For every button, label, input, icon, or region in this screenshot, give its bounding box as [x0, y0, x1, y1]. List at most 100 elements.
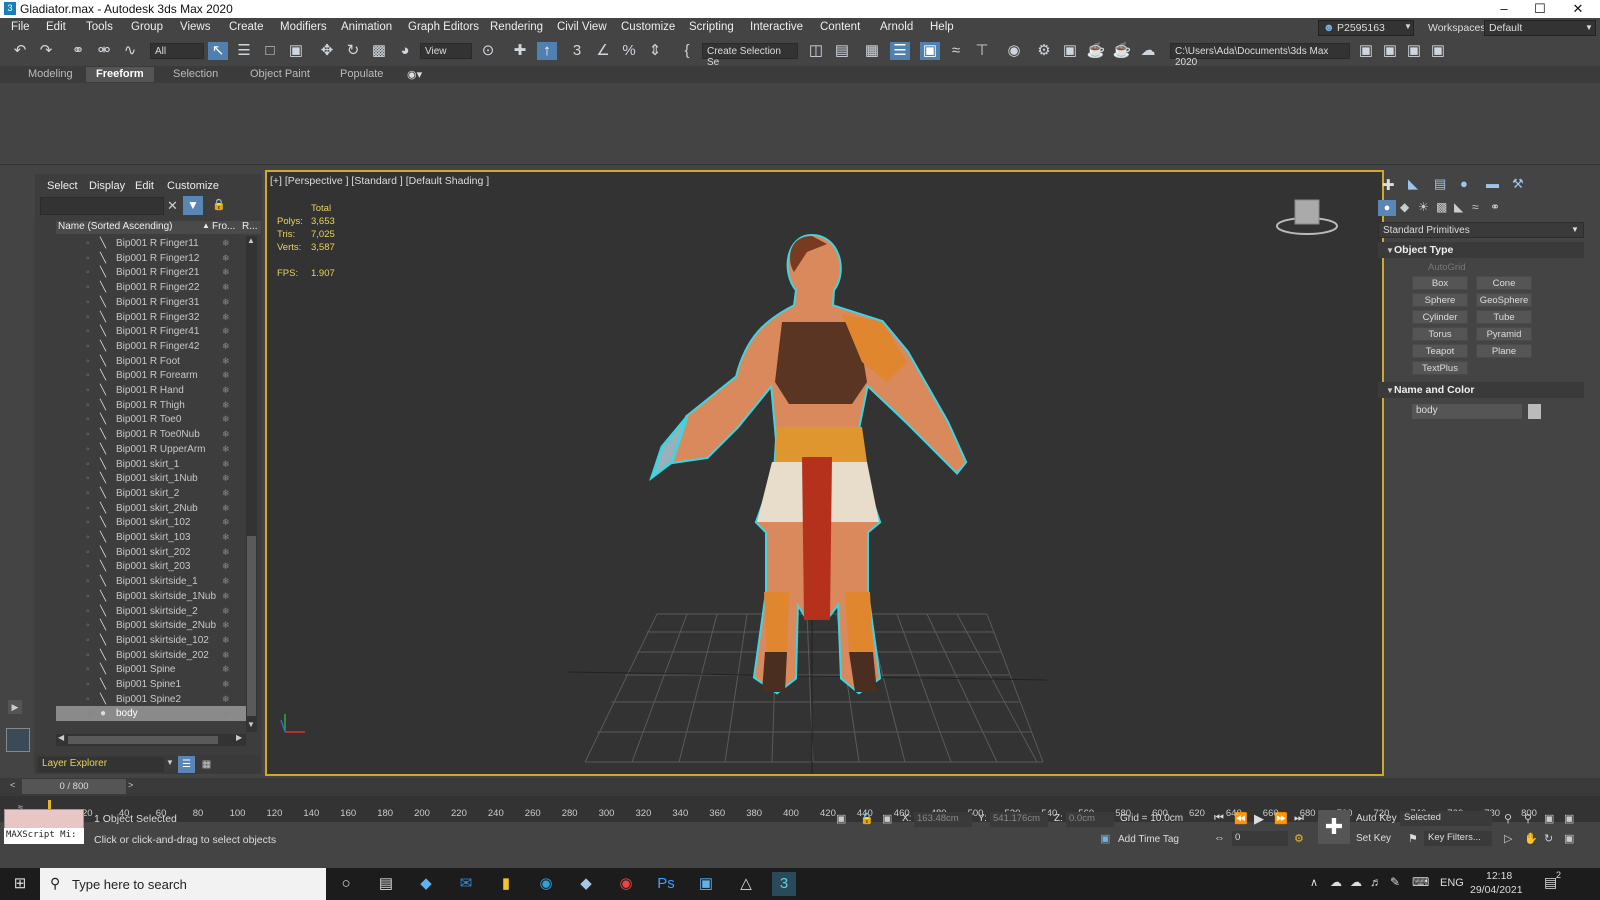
freeze-toggle-icon[interactable]: ❄ — [222, 324, 230, 339]
visibility-toggle-icon[interactable]: ◦ — [86, 471, 90, 486]
angle-snap-icon[interactable]: ∠ — [593, 42, 613, 60]
viewport-label[interactable]: [+] [Perspective ] [Standard ] [Default … — [270, 175, 489, 187]
menu-views[interactable]: Views — [180, 21, 210, 33]
x-coord-field[interactable]: 163.48cm — [914, 812, 972, 827]
keyboard-icon[interactable]: ⌨ — [1412, 875, 1429, 889]
menu-graph-editors[interactable]: Graph Editors — [408, 21, 479, 33]
selection-lock-icon[interactable]: 🔒 — [860, 812, 874, 825]
teapot-button[interactable]: Teapot — [1412, 344, 1468, 358]
visibility-toggle-icon[interactable]: ◦ — [86, 604, 90, 619]
list-item[interactable]: ◦ ╲ Bip001 R UpperArm ❄ — [56, 442, 246, 457]
torus-button[interactable]: Torus — [1412, 327, 1468, 341]
visibility-toggle-icon[interactable]: ◦ — [86, 662, 90, 677]
textplus-button[interactable]: TextPlus — [1412, 361, 1468, 375]
visibility-toggle-icon[interactable]: ◦ — [86, 251, 90, 266]
explorer-scrollbar[interactable]: ▲ ▼ — [246, 236, 257, 732]
minimize-button[interactable]: – — [1486, 0, 1522, 18]
motion-tab-icon[interactable]: ● — [1460, 176, 1468, 191]
language-indicator[interactable]: ENG — [1440, 877, 1464, 889]
visibility-toggle-icon[interactable]: ◦ — [86, 368, 90, 383]
freeze-toggle-icon[interactable]: ❄ — [222, 633, 230, 648]
list-item[interactable]: ◦ ╲ Bip001 R Foot ❄ — [56, 354, 246, 369]
visibility-toggle-icon[interactable]: ◦ — [86, 280, 90, 295]
auto-key-button[interactable]: Auto Key — [1356, 813, 1397, 824]
shapes-icon[interactable]: ◆ — [1400, 200, 1409, 214]
visibility-toggle-icon[interactable]: ◦ — [86, 310, 90, 325]
rendered-frame-icon[interactable]: ▣ — [1060, 42, 1080, 60]
explorer-tab-display[interactable]: Display — [89, 180, 125, 192]
menu-customize[interactable]: Customize — [621, 21, 675, 33]
3d-viewer-icon[interactable]: △ — [734, 872, 758, 896]
next-frame-icon[interactable]: > — [128, 780, 133, 790]
freeze-toggle-icon[interactable]: ❄ — [222, 412, 230, 427]
rollout-collapse-icon[interactable]: ▼ — [1386, 246, 1394, 255]
visibility-toggle-icon[interactable]: ◦ — [86, 618, 90, 633]
mirror-icon[interactable]: ◫ — [806, 42, 826, 60]
next-key-icon[interactable]: ⏩ — [1274, 812, 1288, 825]
pan-icon[interactable]: ✋ — [1524, 832, 1538, 845]
sphere-button[interactable]: Sphere — [1412, 293, 1468, 307]
box-button[interactable]: Box — [1412, 276, 1468, 290]
go-to-end-icon[interactable]: ⏭ — [1294, 812, 1304, 825]
list-item[interactable]: ◦ ╲ Bip001 R Finger41 ❄ — [56, 324, 246, 339]
material-editor-icon[interactable]: ◉ — [1004, 42, 1024, 60]
layer-explorer-toggle-icon[interactable]: ☰ — [890, 42, 910, 60]
key-mode-icon[interactable]: ⇔ — [1214, 832, 1225, 844]
menu-interactive[interactable]: Interactive — [750, 21, 803, 33]
cone-button[interactable]: Cone — [1476, 276, 1532, 290]
key-filter-icon[interactable]: ⚑ — [1408, 832, 1418, 845]
render-production-icon[interactable]: ☕ — [1086, 42, 1106, 60]
modify-tab-icon[interactable]: ◣ — [1408, 176, 1418, 192]
visibility-toggle-icon[interactable]: ◦ — [86, 324, 90, 339]
time-config-icon[interactable]: ⚙ — [1294, 832, 1304, 845]
freeze-toggle-icon[interactable]: ❄ — [222, 398, 230, 413]
named-selection-dropdown[interactable]: Create Selection Se — [702, 43, 798, 68]
filter-icon[interactable]: ▼ — [183, 196, 203, 215]
list-item[interactable]: ◦ ╲ Bip001 skirt_103 ❄ — [56, 530, 246, 545]
freeze-toggle-icon[interactable]: ❄ — [222, 236, 230, 251]
link-icon[interactable]: ⚭ — [68, 42, 88, 60]
freeze-toggle-icon[interactable]: ❄ — [222, 251, 230, 266]
visibility-toggle-icon[interactable]: ◦ — [86, 515, 90, 530]
chrome-icon[interactable]: ◉ — [614, 872, 638, 896]
rollout-collapse-icon[interactable]: ▼ — [1386, 386, 1394, 395]
object-type-rollout[interactable]: Object Type — [1378, 242, 1584, 258]
list-item[interactable]: ◦ ╲ Bip001 Spine2 ❄ — [56, 692, 246, 707]
user-account[interactable]: ☻ P2595163 ▼ — [1318, 20, 1414, 36]
cylinder-button[interactable]: Cylinder — [1412, 310, 1468, 324]
freeze-toggle-icon[interactable]: ❄ — [222, 310, 230, 325]
pen-icon[interactable]: ✎ — [1390, 875, 1400, 889]
visibility-toggle-icon[interactable]: ◦ — [86, 265, 90, 280]
scroll-thumb[interactable] — [247, 536, 256, 716]
column-renderable[interactable]: R... — [242, 221, 258, 232]
select-by-name-icon[interactable]: ☰ — [234, 42, 254, 60]
edge-icon[interactable]: ◉ — [534, 872, 558, 896]
project-icon-2[interactable]: ▣ — [1380, 42, 1400, 60]
maximize-button[interactable]: ☐ — [1522, 0, 1558, 18]
freeze-toggle-icon[interactable]: ❄ — [222, 530, 230, 545]
freeze-toggle-icon[interactable]: ❄ — [222, 427, 230, 442]
rotate-icon[interactable]: ↻ — [343, 42, 363, 60]
freeze-toggle-icon[interactable]: ❄ — [222, 618, 230, 633]
list-item[interactable]: ◦ ╲ Bip001 skirt_202 ❄ — [56, 545, 246, 560]
keyboard-shortcut-icon[interactable]: ↑ — [537, 42, 557, 60]
menu-civil-view[interactable]: Civil View — [557, 21, 607, 33]
y-coord-field[interactable]: 541.176cm — [990, 812, 1048, 827]
play-icon[interactable]: ▶ — [1254, 811, 1264, 827]
visibility-toggle-icon[interactable]: ◦ — [86, 648, 90, 663]
project-icon-3[interactable]: ▣ — [1404, 42, 1424, 60]
freeze-toggle-icon[interactable]: ❄ — [222, 280, 230, 295]
lights-icon[interactable]: ☀ — [1418, 200, 1429, 214]
align-icon[interactable]: ▤ — [832, 42, 852, 60]
systems-icon[interactable]: ⚭ — [1490, 200, 1500, 214]
cameras-icon[interactable]: ▩ — [1436, 200, 1447, 214]
sort-by-layer-icon[interactable]: ▦ — [198, 756, 215, 773]
photoshop-icon[interactable]: Ps — [654, 872, 678, 896]
geometry-icon[interactable]: ● — [1378, 200, 1396, 216]
zoom-extents-all-icon[interactable]: ▣ — [1564, 812, 1574, 825]
viewport-layout-icon[interactable] — [6, 728, 30, 752]
field-of-view-icon[interactable]: ▷ — [1504, 832, 1512, 845]
visibility-toggle-icon[interactable]: ◦ — [86, 692, 90, 707]
ribbon-options-icon[interactable]: ◉▾ — [407, 68, 422, 81]
visibility-toggle-icon[interactable]: ◦ — [86, 383, 90, 398]
